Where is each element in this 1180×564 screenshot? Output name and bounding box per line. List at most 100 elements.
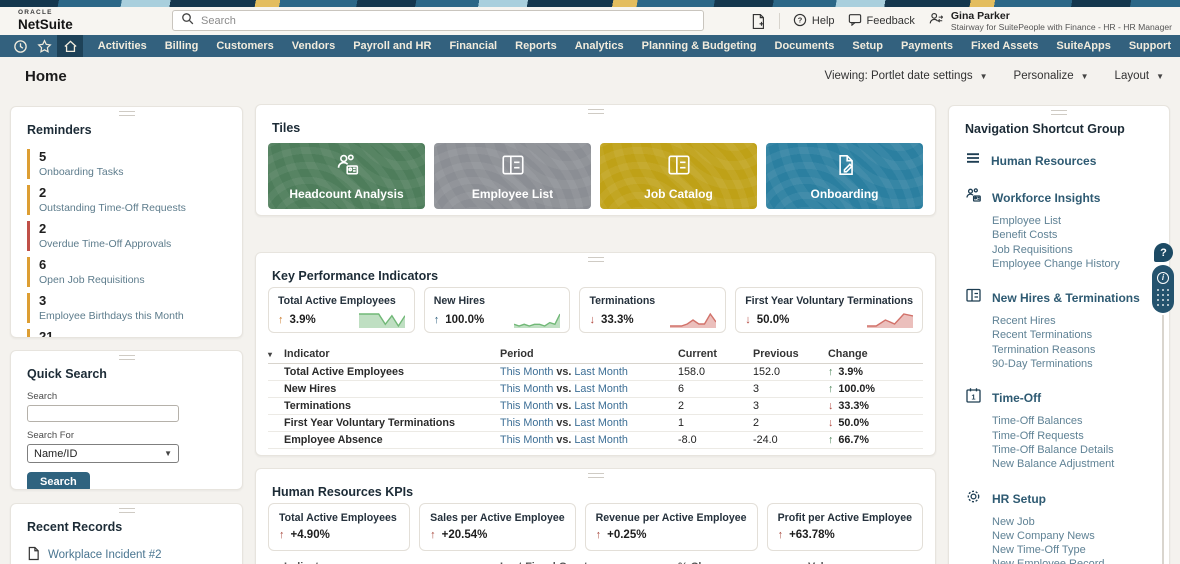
period-link[interactable]: Last Month (574, 400, 627, 412)
viewing-dropdown[interactable]: Viewing: Portlet date settings ▼ (825, 70, 988, 82)
reminder-item[interactable]: 21Employee Anniversaries this Month (27, 329, 226, 338)
tile-job-catalog[interactable]: Job Catalog (600, 143, 757, 209)
search-input[interactable] (201, 15, 695, 27)
period-link[interactable]: This Month (500, 366, 553, 378)
apps-grid-icon[interactable] (1157, 289, 1170, 307)
hr-kpi-card[interactable]: Revenue per Active Employee↑+0.25% (585, 503, 758, 551)
tile-headcount-analysis[interactable]: Headcount Analysis (268, 143, 425, 209)
nav-item-payments[interactable]: Payments (892, 35, 962, 57)
drag-handle[interactable] (588, 257, 604, 262)
search-for-select[interactable]: Name/ID ▼ (27, 444, 179, 463)
hr-kpi-card[interactable]: Sales per Active Employee↑+20.54% (419, 503, 575, 551)
nav-item-billing[interactable]: Billing (156, 35, 208, 57)
kpi-card[interactable]: New Hires↑100.0% (424, 287, 571, 333)
shortcut-link[interactable]: Time-Off Balance Details (992, 443, 1153, 457)
shortcut-link[interactable]: New Job (992, 515, 1153, 529)
shortcut-link[interactable]: Time-Off Requests (992, 429, 1153, 443)
user-menu[interactable]: Gina Parker Stairway for SuitePeople wit… (928, 10, 1172, 33)
scrollbar[interactable] (1162, 315, 1164, 564)
drag-handle[interactable] (119, 508, 135, 513)
shortcut-group-time-off[interactable]: 1Time-Off (965, 387, 1153, 409)
kpi-current: 2 (678, 400, 753, 412)
nav-item-setup[interactable]: Setup (843, 35, 892, 57)
nav-item-payroll-and-hr[interactable]: Payroll and HR (344, 35, 440, 57)
reminder-count: 2 (39, 221, 226, 236)
shortcut-link[interactable]: New Employee Record (992, 557, 1153, 564)
period-link[interactable]: Last Month (574, 417, 627, 429)
reminder-item[interactable]: 2Overdue Time-Off Approvals (27, 221, 226, 251)
shortcut-link[interactable]: New Company News (992, 529, 1153, 543)
period-link[interactable]: This Month (500, 400, 553, 412)
hr-kpi-card[interactable]: Total Active Employees↑+4.90% (268, 503, 410, 551)
nav-item-support[interactable]: Support (1120, 35, 1180, 57)
nav-item-vendors[interactable]: Vendors (283, 35, 344, 57)
reminder-item[interactable]: 5Onboarding Tasks (27, 149, 226, 179)
nav-item-documents[interactable]: Documents (766, 35, 844, 57)
nav-item-customers[interactable]: Customers (207, 35, 282, 57)
drag-handle[interactable] (119, 355, 135, 360)
feedback-button[interactable]: Feedback (848, 13, 915, 29)
shortcut-group-new-hires-terminations[interactable]: New Hires & Terminations (965, 287, 1153, 309)
recent-record-link[interactable]: Workplace Incident #2 (27, 546, 226, 564)
reminder-item[interactable]: 3Employee Birthdays this Month (27, 293, 226, 323)
nav-item-fixed-assets[interactable]: Fixed Assets (962, 35, 1047, 57)
reminder-item[interactable]: 6Open Job Requisitions (27, 257, 226, 287)
shortcut-link[interactable]: Benefit Costs (992, 228, 1153, 242)
shortcut-link[interactable]: New Time-Off Type (992, 543, 1153, 557)
reminder-count: 21 (39, 329, 226, 338)
nav-item-planning-budgeting[interactable]: Planning & Budgeting (633, 35, 766, 57)
period-link[interactable]: Last Month (574, 366, 627, 378)
netsuite-logo[interactable]: ORACLE NetSuite (18, 10, 73, 31)
nav-item-activities[interactable]: Activities (89, 35, 156, 57)
drag-handle[interactable] (588, 473, 604, 478)
drag-handle[interactable] (119, 111, 135, 116)
shortcut-link[interactable]: Recent Hires (992, 314, 1153, 328)
recent-record-label: Workplace Incident #2 (48, 549, 162, 561)
info-icon[interactable]: i (1157, 272, 1169, 284)
shortcut-link[interactable]: Time-Off Balances (992, 414, 1153, 428)
shortcut-link[interactable]: Job Requisitions (992, 243, 1153, 257)
tile-employee-list[interactable]: Employee List (434, 143, 591, 209)
kpi-period: This Month vs. Last Month (500, 434, 678, 446)
quick-search-input[interactable] (27, 405, 179, 422)
nav-item-suiteapps[interactable]: SuiteApps (1047, 35, 1119, 57)
user-name: Gina Parker (951, 10, 1172, 23)
drag-handle[interactable] (588, 109, 604, 114)
hr-kpi-card[interactable]: Profit per Active Employee↑+63.78% (767, 503, 923, 551)
shortcut-group-workforce-insights[interactable]: Workforce Insights (965, 187, 1153, 209)
tile-onboarding[interactable]: Onboarding (766, 143, 923, 209)
quick-search-button[interactable]: Search (27, 472, 90, 490)
create-new-icon[interactable] (750, 13, 766, 30)
shortcut-link[interactable]: Termination Reasons (992, 343, 1153, 357)
nav-item-reports[interactable]: Reports (506, 35, 566, 57)
period-link[interactable]: Last Month (574, 434, 627, 446)
help-bubble-icon[interactable]: ? (1154, 243, 1173, 262)
shortcut-link[interactable]: Employee Change History (992, 257, 1153, 271)
help-button[interactable]: ? Help (793, 13, 835, 30)
period-link[interactable]: This Month (500, 417, 553, 429)
period-link[interactable]: Last Month (574, 383, 627, 395)
recents-icon[interactable] (8, 35, 33, 57)
shortcuts-star-icon[interactable] (33, 35, 58, 57)
shortcut-root-human-resources[interactable]: Human Resources (965, 150, 1153, 171)
period-link[interactable]: This Month (500, 434, 553, 446)
shortcut-link[interactable]: 90-Day Terminations (992, 357, 1153, 371)
reminder-item[interactable]: 2Outstanding Time-Off Requests (27, 185, 226, 215)
reminder-label: Outstanding Time-Off Requests (39, 202, 226, 214)
kpi-card[interactable]: First Year Voluntary Terminations↓50.0% (735, 287, 923, 333)
personalize-dropdown[interactable]: Personalize ▼ (1014, 70, 1089, 82)
shortcut-link[interactable]: Recent Terminations (992, 328, 1153, 342)
drag-handle[interactable] (1051, 110, 1067, 115)
nav-item-financial[interactable]: Financial (440, 35, 506, 57)
shortcut-group-hr-setup[interactable]: HR Setup (965, 488, 1153, 510)
kpi-card[interactable]: Terminations↓33.3% (579, 287, 726, 333)
shortcut-link[interactable]: New Balance Adjustment (992, 457, 1153, 471)
nav-item-analytics[interactable]: Analytics (566, 35, 633, 57)
global-search[interactable] (172, 10, 704, 31)
layout-dropdown[interactable]: Layout ▼ (1115, 70, 1164, 82)
home-icon[interactable] (57, 35, 83, 57)
period-link[interactable]: This Month (500, 383, 553, 395)
shortcut-link[interactable]: Employee List (992, 214, 1153, 228)
collapse-caret-icon[interactable]: ▾ (268, 350, 284, 359)
kpi-card[interactable]: Total Active Employees↑3.9% (268, 287, 415, 333)
